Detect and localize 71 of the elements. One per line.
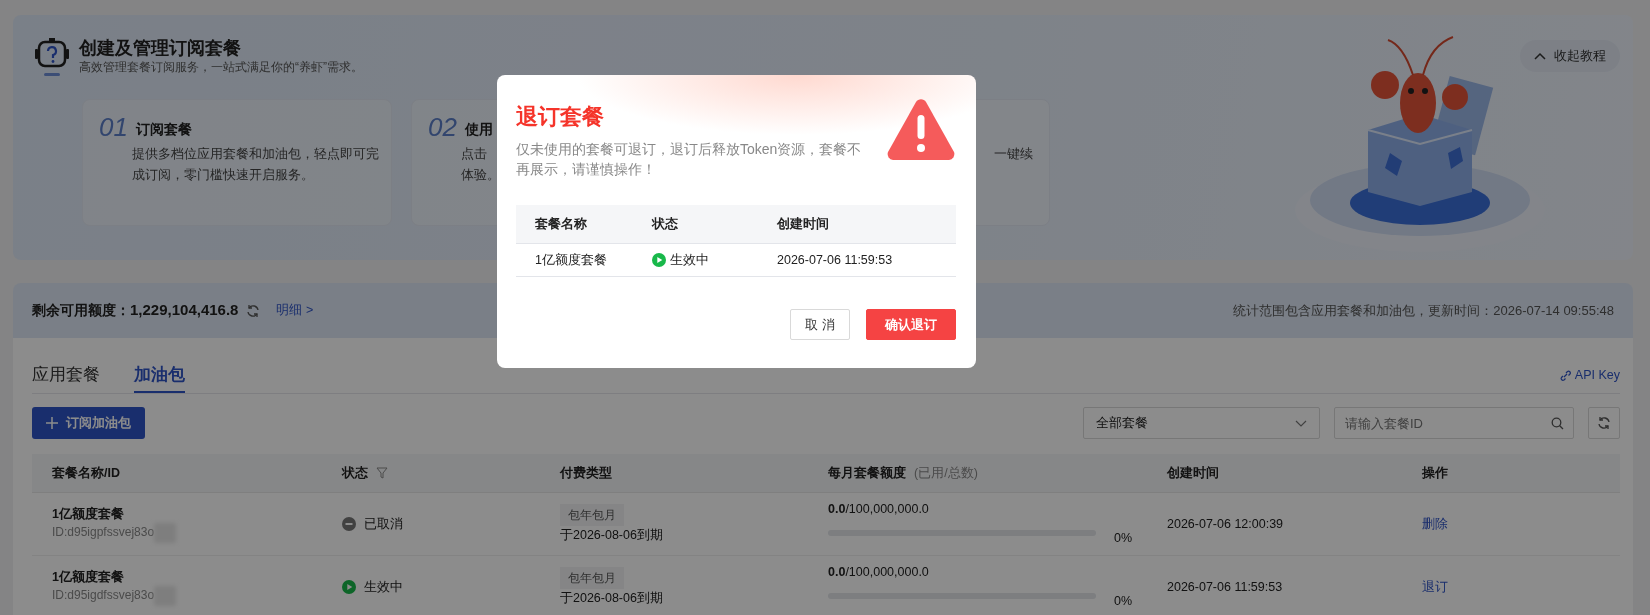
step-description: 点击: [461, 146, 487, 163]
action-link[interactable]: 退订: [1422, 579, 1448, 594]
column-header: 每月套餐额度: [828, 464, 906, 482]
step-title: 使用: [464, 120, 493, 139]
column-header: 操作: [1422, 464, 1448, 482]
column-header: 套餐名称: [534, 215, 588, 233]
step-title: 订阅套餐: [135, 120, 192, 139]
chevron-down-icon: [1295, 419, 1307, 427]
created-time: 2026-07-06 12:00:39: [1166, 515, 1285, 533]
package-select[interactable]: 全部套餐: [1083, 407, 1320, 439]
created-time: 2026-07-06 11:59:53: [777, 251, 893, 269]
package-name: 1亿额度套餐: [534, 251, 608, 269]
billing-tag: 包年包月: [560, 566, 624, 589]
quota-value: 1,229,104,416.8: [130, 300, 239, 321]
dialog-title: 退订套餐: [516, 103, 605, 131]
cancel-button[interactable]: 取 消: [790, 309, 850, 340]
action-link[interactable]: 删除: [1422, 516, 1448, 531]
dialog-description: 仅未使用的套餐可退订，退订后释放Token资源，套餐不再展示，请谨慎操作！: [516, 140, 863, 179]
detail-link[interactable]: 明细 >: [276, 301, 314, 320]
quota-label: 剩余可用额度：: [32, 301, 130, 320]
step-number: 01: [99, 114, 128, 140]
step-description: 成订阅，零门槛快速开启服务。: [132, 167, 314, 184]
column-header: 付费类型: [560, 464, 612, 482]
warning-icon: [886, 97, 956, 161]
percent-text: 0%: [1114, 530, 1133, 547]
step-description: 提供多档位应用套餐和加油包，轻点即可完: [132, 146, 379, 163]
step-description: 一键续: [994, 146, 1033, 163]
plus-icon: [46, 417, 58, 429]
step-description: 体验。: [461, 167, 500, 184]
banner-subtitle: 高效管理套餐订阅服务，一站式满足你的“养虾”需求。: [79, 59, 363, 75]
refresh-button[interactable]: [1588, 407, 1620, 439]
api-key-link[interactable]: API Key: [1559, 366, 1620, 385]
link-icon: [1559, 370, 1571, 382]
quota-usage: 0.0/100,000,000.0: [828, 564, 930, 582]
chevron-up-icon: [1534, 52, 1546, 60]
package-id: ID:d95igdfssvej83o: [52, 588, 155, 603]
refresh-icon: [1597, 416, 1611, 430]
column-header: 创建时间: [1167, 464, 1219, 482]
billing-tag: 包年包月: [560, 503, 624, 526]
update-note: 统计范围包含应用套餐和加油包，更新时间：2026-07-14 09:55:48: [1233, 301, 1614, 320]
subscribe-button[interactable]: 订阅加油包: [32, 407, 145, 439]
refresh-icon[interactable]: [246, 303, 261, 318]
step-number: 02: [428, 114, 457, 140]
percent-text: 0%: [1114, 593, 1133, 610]
status-text: 生效中: [670, 251, 709, 269]
expiry-date: 于2026-08-06到期: [560, 589, 664, 607]
created-time: 2026-07-06 11:59:53: [1166, 578, 1284, 596]
status-text: 已取消: [364, 515, 403, 533]
search-icon: [1551, 417, 1564, 430]
banner-title: 创建及管理订阅套餐: [79, 37, 242, 59]
expiry-date: 于2026-08-06到期: [560, 526, 664, 544]
quota-usage: 0.0/100,000,000.0: [828, 501, 930, 519]
collapse-button[interactable]: 收起教程: [1520, 40, 1620, 72]
filter-icon[interactable]: [376, 467, 388, 479]
column-header: 套餐名称/ID: [52, 464, 120, 482]
play-icon: [342, 580, 356, 594]
confirm-button[interactable]: 确认退订: [866, 309, 956, 340]
help-icon: [33, 37, 71, 79]
column-header: 状态: [650, 215, 679, 233]
column-header: 状态: [342, 464, 368, 482]
package-name: 1亿额度套餐: [52, 505, 125, 523]
package-name: 1亿额度套餐: [52, 568, 125, 586]
tab[interactable]: 应用套餐: [32, 355, 100, 393]
play-icon: [652, 253, 666, 267]
column-hint: (已用/总数): [914, 464, 978, 482]
search-field[interactable]: 请输入套餐ID: [1334, 407, 1574, 439]
tab[interactable]: 加油包: [134, 355, 185, 393]
status-text: 生效中: [364, 578, 403, 596]
column-header: 创建时间: [777, 215, 829, 233]
minus-circle-icon: [342, 517, 356, 531]
package-id: ID:d95igpfssvej83o: [52, 525, 155, 540]
